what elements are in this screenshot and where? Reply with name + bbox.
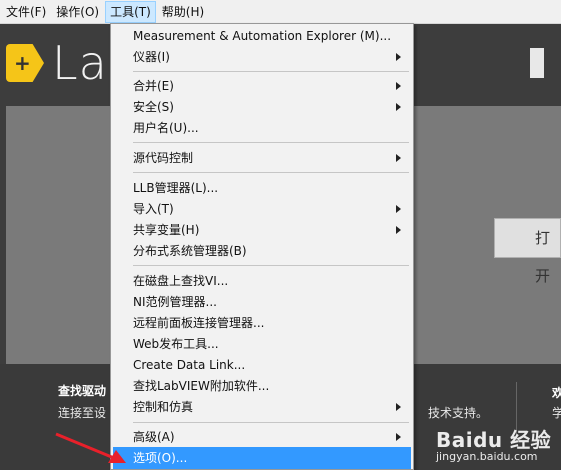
annotation-arrow-icon	[55, 432, 126, 463]
menuitem-instrument[interactable]: 仪器(I)	[113, 46, 411, 68]
support-desc: 技术支持。	[428, 406, 489, 420]
menu-separator	[133, 265, 409, 266]
tools-dropdown-menu: Measurement & Automation Explorer (M)...…	[110, 23, 414, 470]
submenu-arrow-icon	[396, 403, 401, 411]
menuitem-find-vis-on-disk[interactable]: 在磁盘上查找VI...	[113, 270, 411, 292]
submenu-arrow-icon	[396, 82, 401, 90]
submenu-arrow-icon	[396, 103, 401, 111]
menuitem-label: 用户名(U)...	[133, 121, 199, 135]
menuitem-label: 导入(T)	[133, 202, 174, 216]
submenu-arrow-icon	[396, 154, 401, 162]
submenu-arrow-icon	[396, 226, 401, 234]
menuitem-label: 远程前面板连接管理器...	[133, 316, 265, 330]
menuitem-label: 查找LabVIEW附加软件...	[133, 379, 270, 393]
menuitem-find-labview-addons[interactable]: 查找LabVIEW附加软件...	[113, 375, 411, 397]
welcome-desc: 学	[552, 406, 561, 420]
menu-separator	[133, 142, 409, 143]
menu-file[interactable]: 文件(F)	[2, 1, 50, 23]
menuitem-label: 源代码控制	[133, 151, 194, 165]
open-button[interactable]: 打开	[494, 218, 561, 285]
menuitem-llb-manager[interactable]: LLB管理器(L)...	[113, 177, 411, 199]
welcome-title: 欢	[552, 386, 561, 400]
menuitem-label: 分布式系统管理器(B)	[133, 244, 247, 258]
menu-separator	[133, 172, 409, 173]
header-right-block	[530, 48, 544, 78]
menubar: 文件(F) 操作(O) 工具(T) 帮助(H)	[0, 0, 561, 24]
menuitem-label: Create Data Link...	[133, 358, 246, 372]
menuitem-label: 选项(O)...	[133, 451, 188, 465]
watermark-brand: Baidu 经验	[436, 428, 552, 452]
watermark-url: jingyan.baidu.com	[436, 450, 538, 463]
submenu-arrow-icon	[396, 205, 401, 213]
menuitem-web-publishing-tool[interactable]: Web发布工具...	[113, 333, 411, 355]
menu-tools[interactable]: 工具(T)	[105, 0, 156, 23]
menu-help[interactable]: 帮助(H)	[158, 1, 208, 23]
submenu-arrow-icon	[396, 433, 401, 441]
menuitem-label: 仪器(I)	[133, 50, 170, 64]
menuitem-import[interactable]: 导入(T)	[113, 198, 411, 220]
menuitem-options[interactable]: 选项(O)...	[113, 447, 411, 469]
menu-separator	[133, 71, 409, 72]
menuitem-merge[interactable]: 合并(E)	[113, 75, 411, 97]
menuitem-security[interactable]: 安全(S)	[113, 96, 411, 118]
menuitem-label: NI范例管理器...	[133, 295, 217, 309]
submenu-arrow-icon	[396, 53, 401, 61]
menuitem-label: LLB管理器(L)...	[133, 181, 219, 195]
menuitem-control-simulation[interactable]: 控制和仿真	[113, 396, 411, 418]
menuitem-label: 在磁盘上查找VI...	[133, 274, 229, 288]
menuitem-label: Web发布工具...	[133, 337, 219, 351]
menuitem-label: 控制和仿真	[133, 400, 194, 414]
logo-plus-glyph: +	[14, 51, 31, 75]
menuitem-label: Measurement & Automation Explorer (M)...	[133, 29, 392, 43]
menuitem-shared-variable[interactable]: 共享变量(H)	[113, 219, 411, 241]
menuitem-remote-panel-connection-manager[interactable]: 远程前面板连接管理器...	[113, 312, 411, 334]
menuitem-source-control[interactable]: 源代码控制	[113, 147, 411, 169]
menu-separator	[133, 422, 409, 423]
find-drivers-desc: 连接至设	[58, 406, 107, 420]
baidu-watermark: Baidu 经验 jingyan.baidu.com	[436, 424, 556, 468]
menuitem-label: 安全(S)	[133, 100, 174, 114]
menu-operate[interactable]: 操作(O)	[52, 1, 103, 23]
menuitem-create-data-link[interactable]: Create Data Link...	[113, 354, 411, 376]
menuitem-distributed-system-manager[interactable]: 分布式系统管理器(B)	[113, 240, 411, 262]
menuitem-advanced[interactable]: 高级(A)	[113, 426, 411, 448]
menuitem-label: 高级(A)	[133, 430, 175, 444]
find-drivers-title[interactable]: 查找驱动	[58, 382, 106, 399]
menuitem-username[interactable]: 用户名(U)...	[113, 117, 411, 139]
menuitem-ni-example-manager[interactable]: NI范例管理器...	[113, 291, 411, 313]
menuitem-label: 共享变量(H)	[133, 223, 200, 237]
menuitem-measurement-automation-explorer[interactable]: Measurement & Automation Explorer (M)...	[113, 25, 411, 47]
menuitem-label: 合并(E)	[133, 79, 174, 93]
